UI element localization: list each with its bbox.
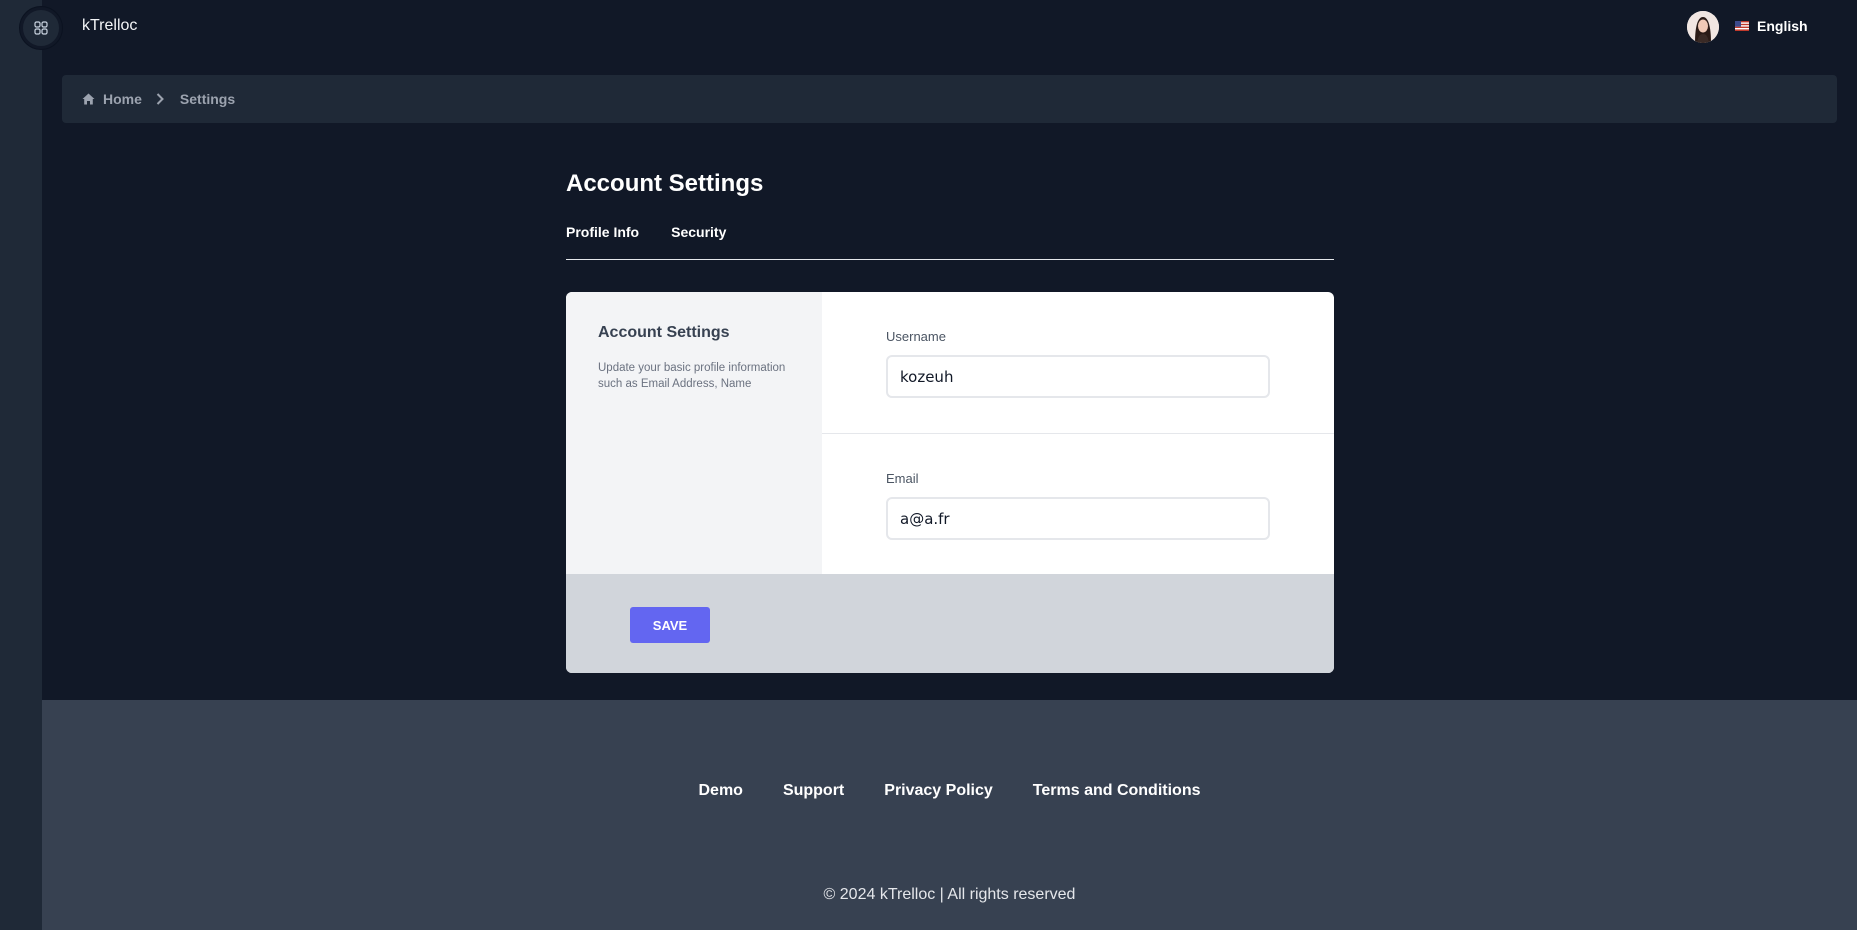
footer-link-demo[interactable]: Demo xyxy=(698,782,742,800)
language-label: English xyxy=(1757,18,1808,34)
user-avatar[interactable] xyxy=(1687,11,1719,43)
us-flag-icon xyxy=(1735,21,1749,31)
chevron-right-icon xyxy=(156,93,164,105)
breadcrumb-home-label: Home xyxy=(103,91,142,107)
username-label: Username xyxy=(886,329,946,344)
card-form: Username Email xyxy=(822,292,1334,574)
settings-tabs: Profile Info Security xyxy=(566,224,1334,260)
sidebar-rail xyxy=(0,0,42,930)
breadcrumb-current: Settings xyxy=(179,91,236,107)
tab-profile-info[interactable]: Profile Info xyxy=(566,224,639,240)
email-input[interactable] xyxy=(886,497,1270,540)
breadcrumb: Home Settings xyxy=(62,75,1837,123)
top-bar: kTrelloc English xyxy=(42,0,1857,54)
page-title: Account Settings xyxy=(566,170,764,197)
footer-link-support[interactable]: Support xyxy=(783,782,844,800)
username-row: Username xyxy=(822,292,1334,433)
settings-content: Account Settings Profile Info Security A… xyxy=(566,170,1334,673)
card-footer: SAVE xyxy=(566,574,1334,673)
grid-icon xyxy=(34,21,48,35)
save-button[interactable]: SAVE xyxy=(630,607,710,643)
footer-link-terms[interactable]: Terms and Conditions xyxy=(1033,782,1201,800)
footer-links: Demo Support Privacy Policy Terms and Co… xyxy=(42,782,1857,800)
avatar-image xyxy=(1687,11,1719,43)
footer-link-privacy-policy[interactable]: Privacy Policy xyxy=(884,782,993,800)
card-heading: Account Settings xyxy=(598,324,730,341)
language-selector[interactable]: English xyxy=(1735,18,1808,34)
app-title[interactable]: kTrelloc xyxy=(82,17,137,35)
page-footer: Demo Support Privacy Policy Terms and Co… xyxy=(42,700,1857,930)
home-icon xyxy=(82,93,95,105)
menu-toggle-button[interactable] xyxy=(20,7,62,49)
card-info-panel: Account Settings Update your basic profi… xyxy=(566,292,822,574)
email-label: Email xyxy=(886,471,919,486)
username-input[interactable] xyxy=(886,355,1270,398)
copyright-text: © 2024 kTrelloc | All rights reserved xyxy=(823,886,1076,903)
email-row: Email xyxy=(822,433,1334,574)
breadcrumb-home[interactable]: Home xyxy=(82,91,142,107)
account-settings-card: Account Settings Update your basic profi… xyxy=(566,292,1334,673)
card-description: Update your basic profile information su… xyxy=(598,362,786,390)
main-area: kTrelloc English Home Settings Account S… xyxy=(42,0,1857,930)
tab-security[interactable]: Security xyxy=(671,224,726,240)
